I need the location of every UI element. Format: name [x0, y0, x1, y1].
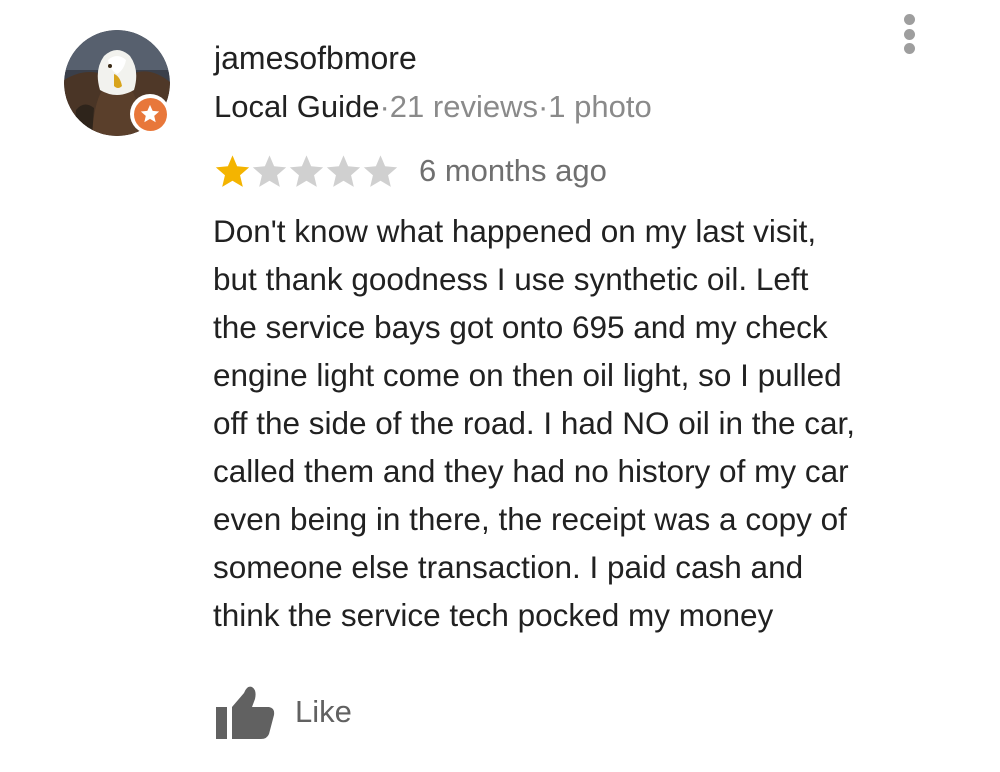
- like-button[interactable]: Like: [214, 680, 352, 744]
- star-filled-icon: [215, 154, 250, 187]
- local-guide-label: Local Guide: [214, 89, 380, 124]
- thumbs-up-icon: [216, 686, 275, 739]
- author-name[interactable]: jamesofbmore: [214, 40, 417, 77]
- meta-separator: ·: [537, 89, 549, 124]
- star-empty-icon: [289, 154, 324, 187]
- star-empty-icon: [252, 154, 287, 187]
- local-guide-star-icon: [140, 104, 160, 123]
- more-options-button[interactable]: [894, 12, 924, 56]
- star-empty-icon: [326, 154, 361, 187]
- star-empty-icon: [363, 154, 398, 187]
- local-guide-badge: [130, 94, 170, 134]
- photo-count: 1 photo: [548, 89, 652, 124]
- like-label: Like: [295, 694, 352, 729]
- more-vert-icon: [903, 14, 915, 25]
- star-rating: [214, 153, 399, 190]
- rating-row: 6 months ago: [214, 148, 607, 194]
- review-count: 21 reviews: [389, 89, 538, 124]
- meta-separator: ·: [379, 89, 390, 124]
- author-avatar[interactable]: [64, 30, 170, 136]
- review-age: 6 months ago: [419, 153, 607, 188]
- author-meta: Local Guide·21 reviews·1 photo: [214, 89, 652, 125]
- review-text: Don't know what happened on my last visi…: [213, 213, 856, 633]
